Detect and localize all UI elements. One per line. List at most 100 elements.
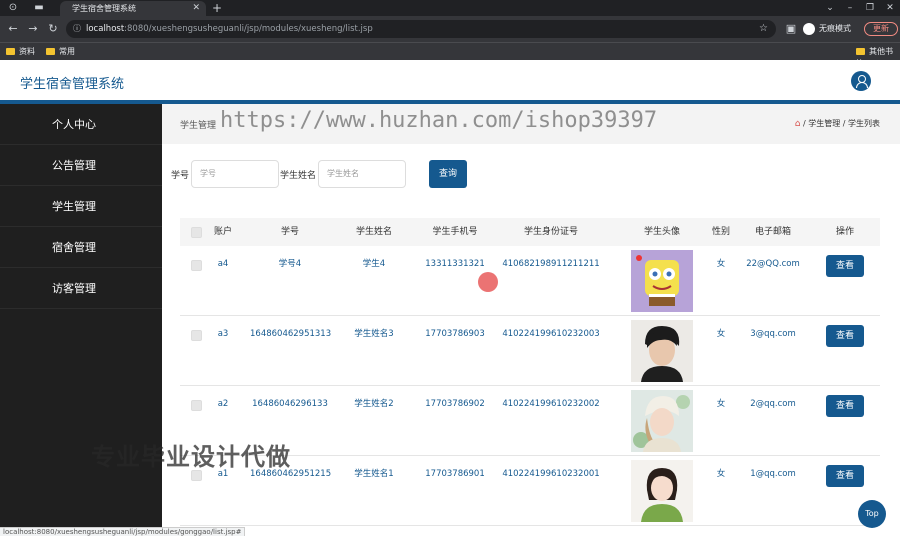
view-button[interactable]: 查看 — [826, 325, 864, 347]
view-button[interactable]: 查看 — [826, 465, 864, 487]
folder-icon — [46, 48, 55, 55]
bookmark-label: 资料 — [19, 47, 35, 56]
breadcrumb-path: / 学生管理 / 学生列表 — [802, 119, 880, 128]
breadcrumb: ⌂ / 学生管理 / 学生列表 — [795, 118, 880, 129]
view-button[interactable]: 查看 — [826, 255, 864, 277]
cell-email: 3@qq.com — [750, 329, 796, 339]
browser-tab-bar: ⊙ ▬ 学生宿舍管理系统 ✕ + ⌄ – ❐ ✕ — [0, 0, 900, 16]
incognito-indicator[interactable]: 无痕模式 — [803, 22, 851, 36]
cell-name: 学生姓名2 — [354, 399, 394, 409]
col-header: 性别 — [711, 227, 730, 237]
student-avatar-image — [631, 320, 693, 382]
back-to-top-button[interactable]: Top — [858, 500, 886, 528]
user-avatar-icon[interactable] — [851, 71, 871, 91]
row-checkbox[interactable] — [191, 400, 202, 411]
name-input[interactable]: 学生姓名 — [318, 160, 406, 188]
col-header: 学生手机号 — [432, 227, 478, 237]
status-bar-url: localhost:8080/xueshengsusheguanli/jsp/m… — [0, 527, 246, 536]
col-header: 电子邮箱 — [754, 227, 791, 237]
page-title: 学生管理 — [180, 121, 217, 131]
browser-menu-icon[interactable]: ⊙ — [6, 1, 20, 15]
url-host: localhost — [86, 24, 125, 34]
reload-icon[interactable]: ↻ — [46, 22, 60, 36]
search-button[interactable]: 查询 — [429, 160, 467, 188]
app-title: 学生宿舍管理系统 — [20, 77, 125, 92]
restore-icon[interactable]: ❐ — [860, 0, 880, 16]
xuehao-label: 学号 — [171, 171, 190, 181]
cell-email: 22@QQ.com — [746, 259, 800, 269]
cell-account: a4 — [217, 259, 229, 269]
cell-gender: 女 — [716, 259, 726, 269]
tab-search-icon[interactable]: ⌄ — [820, 0, 840, 16]
minimize-icon[interactable]: – — [840, 0, 860, 16]
bookmark-label: 常用 — [59, 47, 75, 56]
bookmark-star-icon[interactable]: ☆ — [759, 20, 768, 38]
cell-idcard: 410224199610232002 — [502, 399, 600, 409]
cursor-highlight — [478, 272, 498, 292]
cell-gender: 女 — [716, 329, 726, 339]
tab-title: 学生宿舍管理系统 — [72, 4, 136, 13]
col-header: 操作 — [835, 227, 854, 237]
url-field[interactable]: ⓘ localhost:8080/xueshengsushe­guanli/js… — [66, 20, 776, 38]
cell-phone: 17703786903 — [425, 329, 485, 339]
student-avatar-image — [631, 390, 693, 452]
forward-icon[interactable]: → — [26, 22, 40, 36]
cell-email: 2@qq.com — [750, 399, 796, 409]
close-tab-icon[interactable]: ✕ — [192, 1, 200, 16]
search-form: 学号 学号 学生姓名 学生姓名 查询 — [162, 158, 900, 190]
new-tab-icon[interactable]: + — [212, 0, 222, 16]
bookmark-folder-changyong[interactable]: 常用 — [46, 46, 75, 58]
address-bar: ← → ↻ ⓘ localhost:8080/xueshengsushe­gua… — [0, 16, 900, 42]
cell-account: a3 — [217, 329, 229, 339]
col-header: 学号 — [280, 227, 299, 237]
sidebar-item-announcement[interactable]: 公告管理 — [0, 145, 162, 186]
cell-xuehao: 学号4 — [278, 259, 302, 269]
folder-icon — [6, 48, 15, 55]
name-label: 学生姓名 — [280, 171, 317, 181]
url-path: :8080/xueshengsushe­guanli/jsp/modules/x… — [124, 24, 373, 34]
bookmarks-bar: 资料 常用 其他书签 — [0, 42, 900, 68]
row-checkbox[interactable] — [191, 260, 202, 271]
bookmark-folder-ziliao[interactable]: 资料 — [6, 46, 35, 58]
update-button[interactable]: 更新 — [864, 22, 898, 36]
incognito-label: 无痕模式 — [819, 24, 851, 33]
sidebar-item-personal[interactable]: 个人中心 — [0, 104, 162, 145]
home-icon[interactable]: ⌂ — [795, 119, 801, 129]
cell-idcard: 410224199610232001 — [502, 469, 600, 479]
tab-list-icon[interactable]: ▬ — [32, 1, 46, 15]
col-header: 学生姓名 — [355, 227, 392, 237]
sidebar-toggle-icon[interactable]: ▣ — [784, 22, 798, 36]
close-window-icon[interactable]: ✕ — [880, 0, 900, 16]
site-info-icon[interactable]: ⓘ — [73, 20, 81, 38]
sidebar-item-visitors[interactable]: 访客管理 — [0, 268, 162, 309]
app-header: 学生宿舍管理系统 — [0, 60, 900, 104]
col-header: 账户 — [213, 227, 232, 237]
cell-name: 学生姓名1 — [354, 469, 394, 479]
sidebar-item-dorms[interactable]: 宿舍管理 — [0, 227, 162, 268]
browser-tab[interactable]: 学生宿舍管理系统 ✕ — [60, 1, 206, 16]
cell-email: 1@qq.com — [750, 469, 796, 479]
folder-icon — [856, 48, 865, 55]
promo-overlay-text: 专业毕业设计代做 — [91, 443, 291, 471]
cell-gender: 女 — [716, 469, 726, 479]
table-row: a4 学号4 学生4 13311331321 41068219891121121… — [180, 246, 880, 316]
cell-name: 学生姓名3 — [354, 329, 394, 339]
cell-phone: 17703786901 — [425, 469, 485, 479]
student-avatar-image — [631, 250, 693, 312]
back-icon[interactable]: ← — [6, 22, 20, 36]
cell-phone: 17703786902 — [425, 399, 485, 409]
student-avatar-image — [631, 460, 693, 522]
sidebar-item-students[interactable]: 学生管理 — [0, 186, 162, 227]
cell-xuehao: 164860462951313 — [250, 329, 332, 339]
view-button[interactable]: 查看 — [826, 395, 864, 417]
cell-idcard: 410224199610232003 — [502, 329, 600, 339]
xuehao-input[interactable]: 学号 — [191, 160, 279, 188]
watermark-text: https://www.huzhan.com/ishop39397 — [220, 108, 658, 133]
col-header: 学生头像 — [643, 227, 680, 237]
select-all-checkbox[interactable] — [191, 227, 202, 238]
table-header: 账户 学号 学生姓名 学生手机号 学生身份证号 学生头像 性别 电子邮箱 操作 — [180, 218, 880, 246]
cell-idcard: 410682198911211211 — [502, 259, 600, 269]
col-header: 学生身份证号 — [523, 227, 578, 237]
cell-gender: 女 — [716, 399, 726, 409]
row-checkbox[interactable] — [191, 330, 202, 341]
